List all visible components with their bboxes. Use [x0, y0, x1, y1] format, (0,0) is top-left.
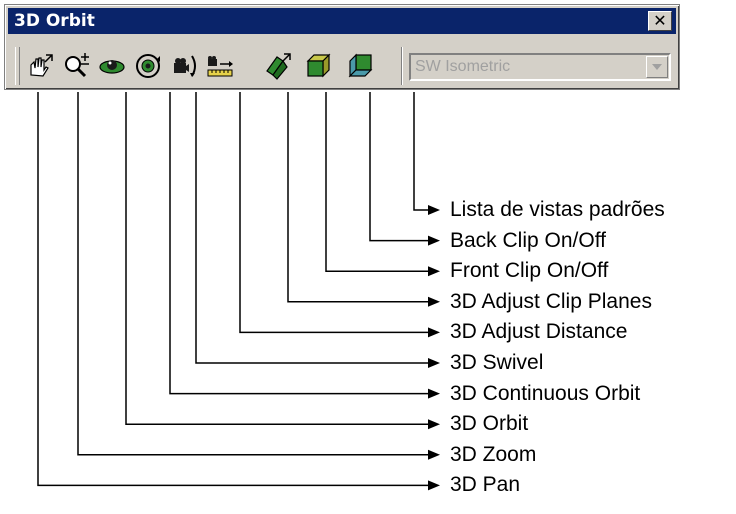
callout-arrowhead	[428, 358, 440, 368]
callout-arrowhead	[428, 480, 440, 491]
callout-label: 3D Continuous Orbit	[450, 381, 641, 405]
callout-line	[195, 92, 430, 364]
callout-arrowhead	[428, 205, 440, 215]
callout-line	[239, 92, 430, 334]
callout-arrowhead	[428, 419, 440, 430]
callout-label: Back Clip On/Off	[450, 228, 607, 252]
callout-label: Lista de vistas padrões	[450, 198, 665, 221]
callout-label: 3D Orbit	[450, 412, 529, 436]
callout-arrowhead	[428, 388, 440, 399]
callout-line	[287, 92, 430, 303]
callout-arrowhead	[428, 327, 440, 338]
callout-label: 3D Adjust Distance	[450, 320, 628, 344]
callout-lines	[37, 92, 440, 491]
callout-line	[37, 92, 430, 487]
callout-line	[413, 92, 430, 211]
callout-label: 3D Adjust Clip Planes	[450, 289, 652, 313]
callout-label: 3D Zoom	[450, 442, 537, 466]
callout-line	[77, 92, 430, 456]
callout-arrowhead	[428, 296, 440, 307]
callout-arrowhead	[428, 235, 440, 246]
callout-label: Front Clip On/Off	[450, 259, 609, 283]
callout-line	[169, 92, 430, 395]
callout-label: 3D Swivel	[450, 351, 544, 374]
callout-line	[369, 92, 430, 242]
callout-label: 3D Pan	[450, 473, 521, 497]
callout-arrowhead	[428, 266, 440, 277]
callout-arrowhead	[428, 449, 440, 460]
callout-line	[125, 92, 430, 425]
